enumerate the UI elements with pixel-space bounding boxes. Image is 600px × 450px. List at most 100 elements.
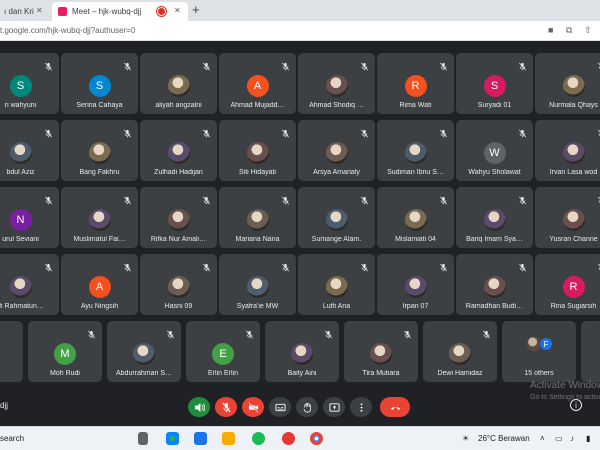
participant-tile[interactable]: Syafra'ie MW <box>219 254 296 315</box>
participant-tile[interactable]: A Ahmad Mujadd… <box>219 53 296 114</box>
mic-off-icon <box>403 326 412 339</box>
participant-tile[interactable]: Irvan Lasa wod <box>535 120 600 181</box>
participant-tile[interactable]: Mariana Nana <box>219 187 296 248</box>
participant-tile[interactable]: Ramadhan Budi… <box>456 254 533 315</box>
participant-tile[interactable]: Sudiman Ibnu S… <box>377 120 454 181</box>
participant-tile[interactable]: S Serina Cahaya <box>61 53 138 114</box>
file-explorer-icon[interactable] <box>222 432 235 445</box>
weather-icon: ☀ <box>462 434 470 443</box>
participant-tile[interactable]: Hasni 09 <box>140 254 217 315</box>
participant-tile[interactable]: Zulhadi Hadijan <box>140 120 217 181</box>
avatar <box>404 276 427 298</box>
participant-tile[interactable]: bdul Aziz <box>0 120 59 181</box>
network-icon[interactable]: ▭ <box>555 434 563 443</box>
avatar <box>246 276 269 298</box>
present-screen-icon <box>328 402 340 412</box>
participant-name: Bariq Imam Sya… <box>466 236 523 243</box>
present-button[interactable] <box>323 397 345 417</box>
participant-tile[interactable]: Tira Mutiara <box>344 321 418 382</box>
participant-tile[interactable]: Sumange Alam. <box>298 187 375 248</box>
more-vert-icon <box>360 402 362 412</box>
participant-name: Suryadi 01 <box>477 102 512 109</box>
participant-name: Dewi Hamidaz <box>437 370 483 377</box>
battery-icon[interactable]: ▮ <box>586 434 590 443</box>
share-icon[interactable]: ⇧ <box>584 25 592 36</box>
address-bar[interactable]: t.google.com/hjk-wubq-djj?authuser=0 ■ ⧉… <box>0 21 600 41</box>
mic-off-icon <box>439 58 448 71</box>
task-view-icon[interactable] <box>138 432 148 445</box>
participant-tile[interactable]: aliyah angzalni <box>140 53 217 114</box>
participant-tile[interactable]: Abdurrahman S… <box>107 321 181 382</box>
participant-tile[interactable]: Nurmala Qhays <box>535 53 600 114</box>
participant-tile[interactable]: R Rina Sugiarsih <box>535 254 600 315</box>
mic-off-icon <box>324 326 333 339</box>
raise-hand-button[interactable] <box>296 397 318 417</box>
participant-tile[interactable]: A Ayu Ningsih <box>61 254 138 315</box>
close-icon[interactable]: ✕ <box>174 6 181 15</box>
camera-off-icon <box>247 401 259 413</box>
spotify-icon[interactable] <box>252 432 265 445</box>
avatar: R <box>404 75 427 97</box>
mic-off-icon <box>281 259 290 272</box>
chrome-icon[interactable] <box>310 432 323 445</box>
more-options-button[interactable] <box>350 397 372 417</box>
camera-toggle-button[interactable] <box>242 397 264 417</box>
mic-toggle-button[interactable] <box>215 397 237 417</box>
participant-name: Ayu Ningsih <box>80 303 119 310</box>
windows-activation-watermark: Activate Windows Go to Settings to activ… <box>530 380 600 404</box>
participant-tile[interactable]: Irpan 07 <box>377 254 454 315</box>
participant-tile[interactable]: Ahmad Shodiq … <box>298 53 375 114</box>
participant-tile[interactable]: Baity Aini <box>265 321 339 382</box>
avatar <box>325 142 348 164</box>
participant-tile[interactable]: Bariq Imam Sya… <box>456 187 533 248</box>
browser-tab-meet[interactable]: Meet – hjk-wubq-djj ✕ <box>52 2 188 21</box>
participant-tile[interactable]: Mislamiati 04 <box>377 187 454 248</box>
volume-icon[interactable]: ♪ <box>570 434 574 443</box>
participant-tile[interactable]: W Wahyu Sholawat <box>456 120 533 181</box>
open-in-new-icon[interactable]: ⧉ <box>566 25 572 36</box>
participant-tile[interactable]: R Rima Wati <box>377 53 454 114</box>
captions-button[interactable] <box>269 397 291 417</box>
mail-icon[interactable] <box>194 432 207 445</box>
chrome-app-icon[interactable] <box>282 432 295 445</box>
camera-icon[interactable]: ■ <box>548 25 553 35</box>
participant-tile[interactable]: S Suryadi 01 <box>456 53 533 114</box>
avatar <box>325 209 348 231</box>
participant-tile[interactable]: M Moh Rudi <box>28 321 102 382</box>
participant-tile[interactable]: Nurul Seviani <box>0 187 59 248</box>
participant-name: Siti Hidayati <box>239 169 276 176</box>
edge-browser-icon[interactable] <box>166 432 179 445</box>
participant-tile[interactable]: F 15 others <box>502 321 576 382</box>
participant-tile[interactable]: Yusran Channe <box>535 187 600 248</box>
browser-tab-other[interactable]: ı dan Kri ✕ <box>0 2 48 21</box>
participant-name: Syafra'ie MW <box>236 303 279 310</box>
participant-name: Ahmad Shodiq … <box>309 102 364 109</box>
participant-tile[interactable]: Siti Hidayati <box>219 120 296 181</box>
participant-tile[interactable]: Arsya Amarialy <box>298 120 375 181</box>
new-tab-button[interactable]: + <box>192 2 200 17</box>
avatar <box>562 142 585 164</box>
participant-tile[interactable] <box>0 321 23 382</box>
mic-off-icon <box>245 326 254 339</box>
close-icon[interactable]: ✕ <box>36 6 43 15</box>
participant-tile[interactable]: Sri wahyuni <box>0 53 59 114</box>
participant-name: Erlin Erlin <box>208 370 238 377</box>
mic-off-icon <box>44 192 53 205</box>
avatar <box>9 276 32 298</box>
tray-chevron-icon[interactable]: ˄ <box>540 434 545 443</box>
participant-tile[interactable]: tfi Rahmatun… <box>0 254 59 315</box>
speaker-button[interactable] <box>188 397 210 417</box>
avatar <box>325 75 348 97</box>
participant-tile[interactable]: Bang Fakhru <box>61 120 138 181</box>
participant-tile[interactable]: You <box>581 321 600 382</box>
url-text[interactable]: t.google.com/hjk-wubq-djj?authuser=0 <box>0 26 135 35</box>
weather-text[interactable]: 26°C Berawan <box>478 434 530 443</box>
participant-tile[interactable]: Rifka Nur Amali… <box>140 187 217 248</box>
participant-tile[interactable]: E Erlin Erlin <box>186 321 260 382</box>
taskbar-search[interactable]: search <box>0 434 24 443</box>
participant-tile[interactable]: Dewi Hamidaz <box>423 321 497 382</box>
avatar <box>246 209 269 231</box>
participant-tile[interactable]: Lutfi Ana <box>298 254 375 315</box>
leave-call-button[interactable] <box>380 397 410 417</box>
participant-tile[interactable]: Muslimatul Fai… <box>61 187 138 248</box>
